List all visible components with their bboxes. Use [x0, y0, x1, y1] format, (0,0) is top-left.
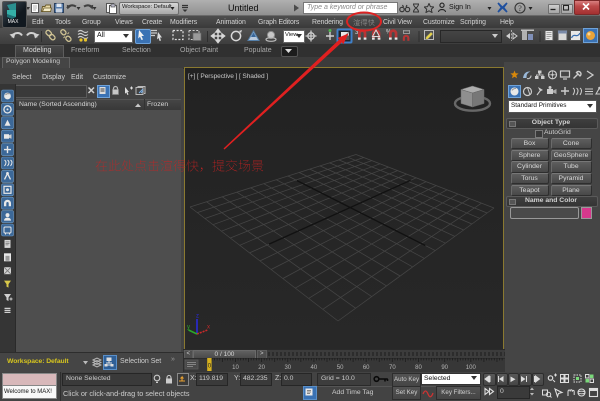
svg-text:100: 100: [466, 365, 477, 371]
svg-text:60: 60: [363, 365, 370, 371]
svg-text:10: 10: [232, 365, 239, 371]
svg-text:x: x: [207, 325, 210, 331]
svg-text:?: ?: [518, 4, 522, 13]
svg-text:20: 20: [258, 365, 265, 371]
svg-text:30: 30: [284, 365, 291, 371]
svg-text:y: y: [187, 325, 190, 331]
svg-text:50: 50: [337, 365, 344, 371]
svg-text:MAX: MAX: [8, 19, 20, 24]
svg-text:40: 40: [311, 365, 318, 371]
svg-text:80: 80: [415, 365, 422, 371]
svg-text:90: 90: [441, 365, 448, 371]
svg-text:70: 70: [389, 365, 396, 371]
svg-text:z: z: [196, 314, 199, 320]
